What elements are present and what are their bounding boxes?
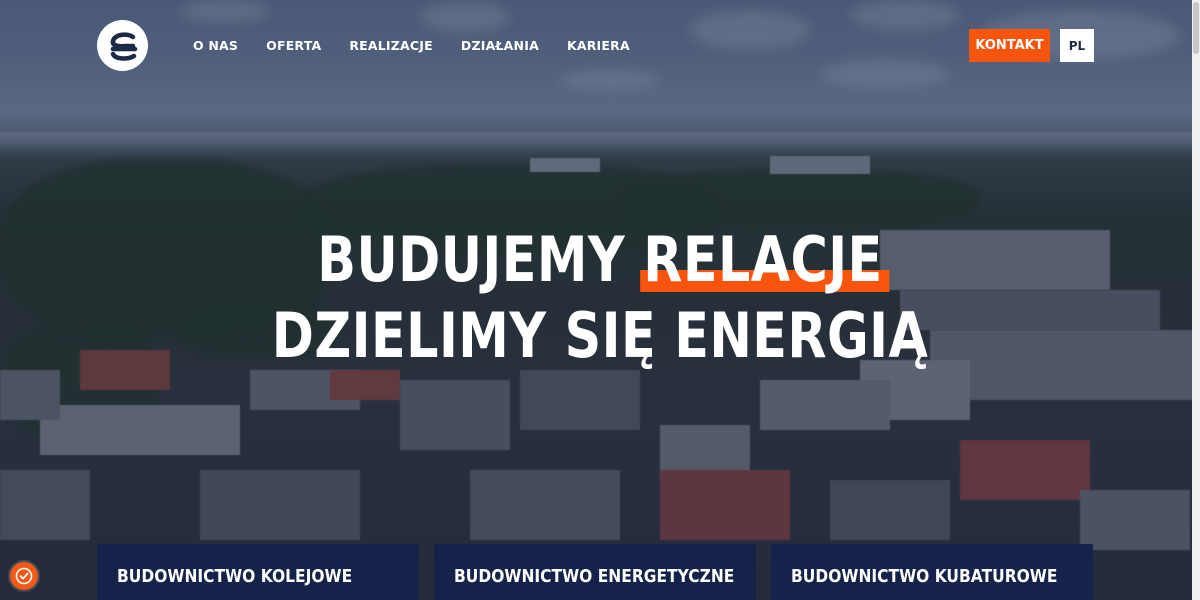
brand-logo-e-icon <box>110 31 137 61</box>
headline-accent: RELACJE <box>639 222 890 298</box>
card-budownictwo-kubaturowe[interactable]: BUDOWNICTWO KUBATUROWE <box>771 544 1093 600</box>
hero-headline: BUDUJEMY RELACJE DZIELIMY SIĘ ENERGIĄ <box>0 222 1200 374</box>
nav-item-o-nas[interactable]: O NAS <box>193 38 238 53</box>
headline-prefix: BUDUJEMY <box>317 223 626 296</box>
site-header: O NAS OFERTA REALIZACJE DZIAŁANIA KARIER… <box>0 0 1200 95</box>
nav-item-oferta[interactable]: OFERTA <box>266 38 321 53</box>
brand-logo[interactable] <box>97 20 148 71</box>
nav-item-realizacje[interactable]: REALIZACJE <box>349 38 433 53</box>
cookie-consent-icon <box>15 567 33 585</box>
card-label: BUDOWNICTWO ENERGETYCZNE <box>454 566 735 587</box>
contact-button[interactable]: KONTAKT <box>969 29 1050 62</box>
language-switcher[interactable]: PL <box>1060 29 1094 62</box>
card-budownictwo-energetyczne[interactable]: BUDOWNICTWO ENERGETYCZNE <box>434 544 756 600</box>
card-budownictwo-kolejowe[interactable]: BUDOWNICTWO KOLEJOWE <box>97 544 419 600</box>
scrollbar-thumb[interactable] <box>1193 2 1199 54</box>
nav-item-dzialania[interactable]: DZIAŁANIA <box>461 38 539 53</box>
headline-line-2: DZIELIMY SIĘ ENERGIĄ <box>271 299 929 372</box>
cookie-consent-button[interactable] <box>10 562 38 590</box>
nav-item-kariera[interactable]: KARIERA <box>567 38 630 53</box>
main-nav: O NAS OFERTA REALIZACJE DZIAŁANIA KARIER… <box>193 38 658 53</box>
service-cards: BUDOWNICTWO KOLEJOWE BUDOWNICTWO ENERGET… <box>97 544 1097 600</box>
page-scrollbar[interactable] <box>1192 0 1200 600</box>
card-label: BUDOWNICTWO KOLEJOWE <box>117 566 353 587</box>
card-label: BUDOWNICTWO KUBATUROWE <box>791 566 1058 587</box>
headline-line-1: BUDUJEMY RELACJE <box>108 222 1092 298</box>
headline-accent-text: RELACJE <box>643 223 883 296</box>
